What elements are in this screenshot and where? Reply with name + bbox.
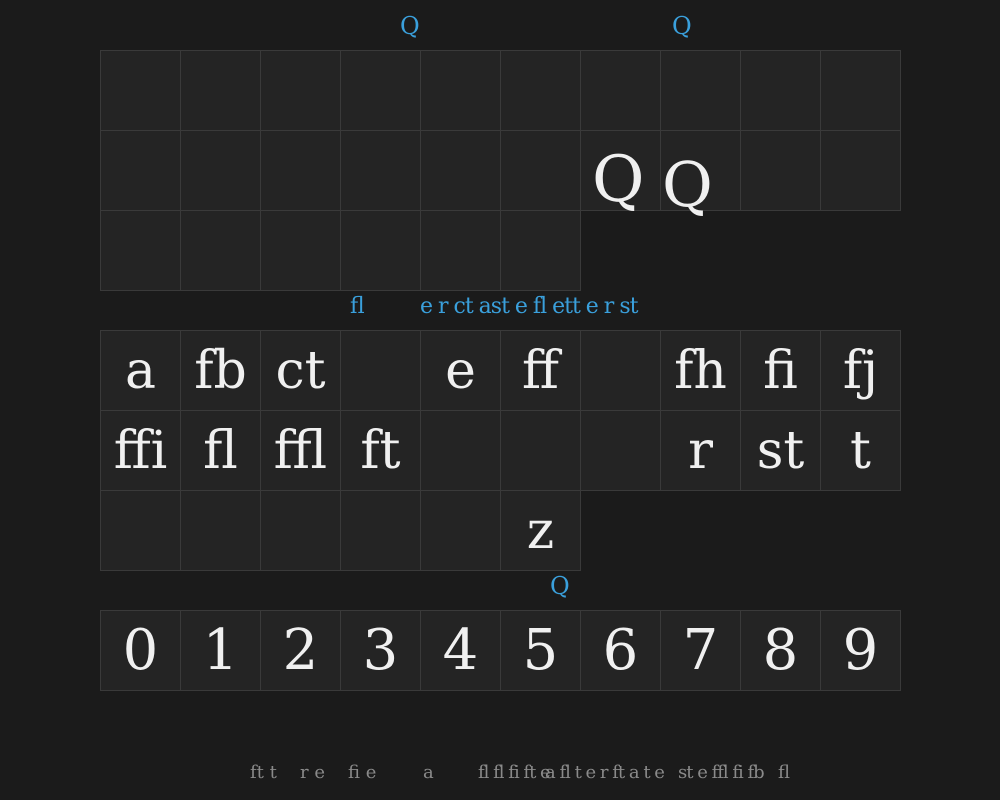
grid-cell[interactable] xyxy=(340,210,421,291)
glyph-cell[interactable] xyxy=(340,490,421,571)
grid-cell[interactable] xyxy=(500,130,581,211)
glyph-cell[interactable] xyxy=(580,410,661,491)
grid-cell[interactable] xyxy=(100,210,181,291)
ligature-label-left: fl xyxy=(350,294,365,319)
glyph-cell[interactable]: ffl xyxy=(260,410,341,491)
glyph-cell[interactable]: fj xyxy=(820,330,901,411)
glyph-cell[interactable]: fb xyxy=(180,330,261,411)
footer-item: a fl t e r ft a t e xyxy=(545,762,665,783)
digit-cell[interactable]: 8 xyxy=(740,610,821,691)
digit-cell[interactable]: 3 xyxy=(340,610,421,691)
grid-cell[interactable] xyxy=(820,50,901,131)
digit-cell[interactable]: 9 xyxy=(820,610,901,691)
grid-cell[interactable] xyxy=(420,210,501,291)
digit-cell[interactable]: 4 xyxy=(420,610,501,691)
footer-sample-text: ft t r e fi e a fl fl fi ft e a fl t e r… xyxy=(0,760,1000,790)
glyph-cell[interactable]: t xyxy=(820,410,901,491)
digit-cell[interactable]: 6 xyxy=(580,610,661,691)
grid-cell[interactable] xyxy=(660,50,741,131)
grid-cell[interactable] xyxy=(260,210,341,291)
glyph-q-1[interactable]: Q xyxy=(592,148,644,212)
glyph-cell[interactable] xyxy=(500,410,581,491)
grid-cell[interactable] xyxy=(820,130,901,211)
ligature-glyph-grid: a fb ct e ff fh fi fj ffi fl ffl ft r st… xyxy=(100,330,901,571)
glyph-cell[interactable]: fi xyxy=(740,330,821,411)
glyph-cell[interactable]: z xyxy=(500,490,581,571)
top-glyph-grid xyxy=(100,50,901,291)
grid-cell[interactable] xyxy=(740,50,821,131)
glyph-q-2[interactable]: Q xyxy=(662,154,713,216)
footer-item: a xyxy=(423,762,434,783)
glyph-cell[interactable] xyxy=(180,490,261,571)
footer-item: st e ffl fi fb xyxy=(678,762,765,783)
grid-cell[interactable] xyxy=(180,210,261,291)
footer-item: ft t xyxy=(250,762,277,783)
glyph-cell[interactable] xyxy=(420,490,501,571)
top-q-label-1: Q xyxy=(400,12,420,40)
grid-cell[interactable] xyxy=(740,130,821,211)
top-q-label-2: Q xyxy=(672,12,692,40)
footer-item: fl fl fi ft e xyxy=(478,762,551,783)
digit-cell[interactable]: 0 xyxy=(100,610,181,691)
glyph-cell[interactable] xyxy=(260,490,341,571)
glyph-cell[interactable]: a xyxy=(100,330,181,411)
digits-q-label: Q xyxy=(550,572,570,600)
grid-cell[interactable] xyxy=(100,50,181,131)
glyph-cell[interactable]: st xyxy=(740,410,821,491)
glyph-cell[interactable]: ffi xyxy=(100,410,181,491)
grid-cell[interactable] xyxy=(500,50,581,131)
glyph-cell[interactable]: fh xyxy=(660,330,741,411)
glyph-cell[interactable]: ct xyxy=(260,330,341,411)
grid-cell[interactable] xyxy=(580,50,661,131)
grid-cell[interactable] xyxy=(260,130,341,211)
glyph-cell[interactable]: ft xyxy=(340,410,421,491)
ligature-label-right: e r ct ast e fl ett e r st xyxy=(420,294,638,319)
glyph-cell[interactable] xyxy=(340,330,421,411)
glyph-cell[interactable] xyxy=(580,330,661,411)
footer-item: r e xyxy=(300,762,325,783)
glyph-cell[interactable]: e xyxy=(420,330,501,411)
footer-item: fl xyxy=(778,762,791,783)
footer-item: fi e xyxy=(348,762,377,783)
glyph-cell[interactable]: fl xyxy=(180,410,261,491)
grid-cell[interactable] xyxy=(260,50,341,131)
grid-cell[interactable] xyxy=(180,50,261,131)
grid-cell[interactable] xyxy=(340,50,421,131)
digit-cell[interactable]: 5 xyxy=(500,610,581,691)
digit-cell[interactable]: 1 xyxy=(180,610,261,691)
digit-glyph-grid: 0 1 2 3 4 5 6 7 8 9 xyxy=(100,610,901,691)
digit-cell[interactable]: 7 xyxy=(660,610,741,691)
grid-cell[interactable] xyxy=(180,130,261,211)
grid-cell[interactable] xyxy=(500,210,581,291)
grid-cell[interactable] xyxy=(420,130,501,211)
glyph-cell[interactable]: ff xyxy=(500,330,581,411)
grid-cell[interactable] xyxy=(100,130,181,211)
glyph-cell[interactable]: r xyxy=(660,410,741,491)
grid-cell[interactable] xyxy=(420,50,501,131)
glyph-cell[interactable] xyxy=(100,490,181,571)
digit-cell[interactable]: 2 xyxy=(260,610,341,691)
grid-cell[interactable] xyxy=(340,130,421,211)
glyph-cell[interactable] xyxy=(420,410,501,491)
